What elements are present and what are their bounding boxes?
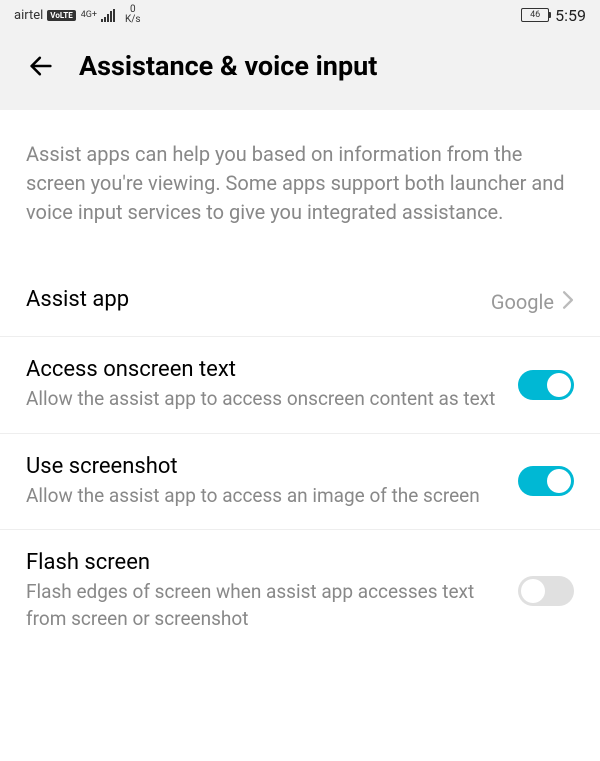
access-onscreen-text-toggle[interactable] bbox=[518, 370, 574, 400]
signal-icon bbox=[101, 9, 115, 22]
section-description: Assist apps can help you based on inform… bbox=[0, 110, 600, 267]
status-right: 46 5:59 bbox=[521, 6, 586, 25]
assist-app-title: Assist app bbox=[26, 287, 129, 312]
page-title: Assistance & voice input bbox=[79, 50, 377, 82]
access-onscreen-text-subtitle: Allow the assist app to access onscreen … bbox=[26, 386, 498, 413]
data-speed: 0 K/s bbox=[125, 5, 141, 25]
battery-icon: 46 bbox=[521, 8, 549, 22]
clock: 5:59 bbox=[555, 6, 586, 25]
flash-screen-label: Flash screen Flash edges of screen when … bbox=[26, 550, 498, 632]
access-onscreen-text-row: Access onscreen text Allow the assist ap… bbox=[0, 337, 600, 434]
access-onscreen-text-title: Access onscreen text bbox=[26, 357, 498, 382]
assist-app-value: Google bbox=[491, 290, 554, 314]
page-header: Assistance & voice input bbox=[0, 30, 600, 110]
content: Assist apps can help you based on inform… bbox=[0, 110, 600, 652]
flash-screen-toggle[interactable] bbox=[518, 576, 574, 606]
arrow-left-icon bbox=[27, 52, 55, 80]
back-button[interactable] bbox=[25, 50, 57, 82]
flash-screen-subtitle: Flash edges of screen when assist app ac… bbox=[26, 579, 498, 632]
carrier-label: airtel bbox=[14, 8, 43, 23]
use-screenshot-label: Use screenshot Allow the assist app to a… bbox=[26, 454, 498, 510]
toggle-knob bbox=[547, 373, 571, 397]
status-bar: airtel VoLTE 4G+ 0 K/s 46 5:59 bbox=[0, 0, 600, 30]
use-screenshot-subtitle: Allow the assist app to access an image … bbox=[26, 483, 498, 510]
network-type: 4G+ bbox=[81, 11, 97, 20]
flash-screen-title: Flash screen bbox=[26, 550, 498, 575]
volte-badge: VoLTE bbox=[47, 10, 75, 21]
use-screenshot-title: Use screenshot bbox=[26, 454, 498, 479]
chevron-right-icon bbox=[562, 290, 574, 314]
status-left: airtel VoLTE 4G+ 0 K/s bbox=[14, 5, 141, 25]
assist-app-row[interactable]: Assist app Google bbox=[0, 267, 600, 337]
flash-screen-row: Flash screen Flash edges of screen when … bbox=[0, 530, 600, 652]
access-onscreen-text-label: Access onscreen text Allow the assist ap… bbox=[26, 357, 498, 413]
toggle-knob bbox=[547, 469, 571, 493]
assist-app-value-wrap: Google bbox=[491, 290, 574, 314]
toggle-knob bbox=[521, 579, 545, 603]
use-screenshot-row: Use screenshot Allow the assist app to a… bbox=[0, 434, 600, 531]
use-screenshot-toggle[interactable] bbox=[518, 466, 574, 496]
